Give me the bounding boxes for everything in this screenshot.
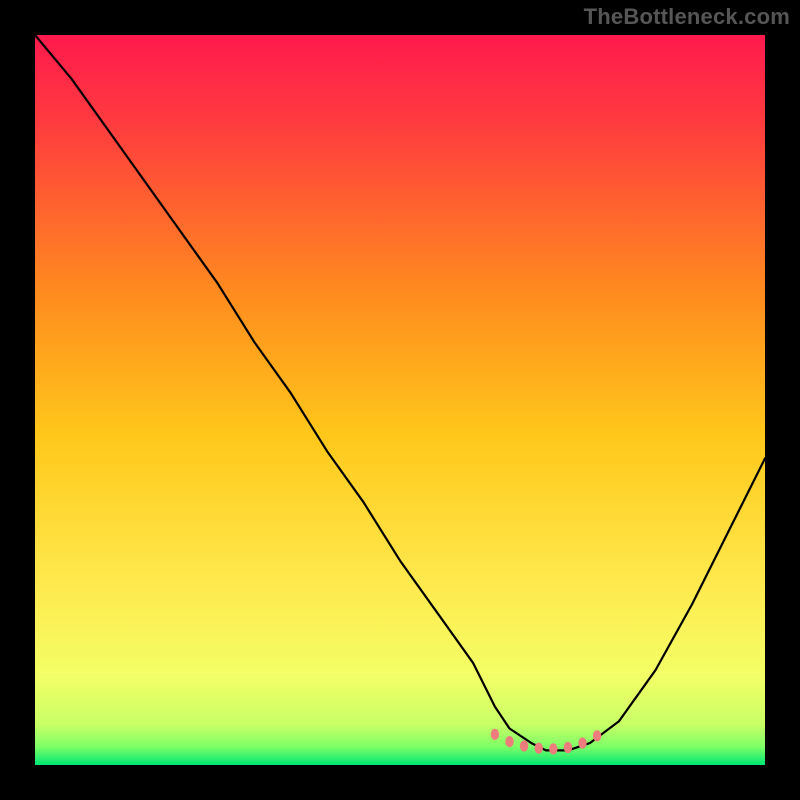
plot-background bbox=[35, 35, 765, 765]
bottleneck-plot bbox=[35, 35, 765, 765]
chart-frame: TheBottleneck.com bbox=[0, 0, 800, 800]
watermark-text: TheBottleneck.com bbox=[584, 4, 790, 30]
plot-area bbox=[35, 35, 765, 765]
